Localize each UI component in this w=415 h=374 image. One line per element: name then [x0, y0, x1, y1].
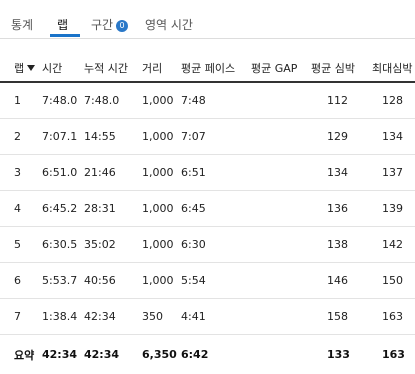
avg-gap-cell: [251, 263, 311, 299]
max-hr-cell: 150: [366, 263, 415, 299]
tab-segments[interactable]: 구간0: [91, 16, 128, 33]
avg-pace-cell: 7:07: [177, 119, 251, 155]
lap-number-cell: 7: [0, 299, 42, 335]
lap-number-cell: 5: [0, 227, 42, 263]
distance-cell: 1,000: [142, 155, 177, 191]
tab-segments-label: 구간: [91, 18, 113, 32]
summary-cumulative-time-cell: 42:34: [84, 335, 142, 374]
avg-gap-cell: [251, 191, 311, 227]
max-hr-cell: 128: [366, 82, 415, 119]
lap-time-cell: 7:07.1: [42, 119, 84, 155]
sort-down-arrow-icon: [27, 65, 35, 71]
max-hr-cell: 163: [366, 299, 415, 335]
avg-gap-cell: [251, 299, 311, 335]
max-hr-cell: 139: [366, 191, 415, 227]
column-header-max-hr[interactable]: 최대심박: [366, 55, 415, 82]
lap-number-cell: 2: [0, 119, 42, 155]
distance-cell: 1,000: [142, 191, 177, 227]
avg-hr-cell: 146: [311, 263, 366, 299]
column-header-cumulative-time[interactable]: 누적 시간: [84, 55, 142, 82]
summary-lap-number-cell: 요약: [0, 335, 42, 374]
column-header-time[interactable]: 시간: [42, 55, 84, 82]
laps-table: 랩 시간 누적 시간 거리 평균 페이스 평균 GAP 평균 심박 최대심박 1…: [0, 55, 415, 374]
laps-table-body: 17:48.07:48.01,0007:4811212827:07.114:55…: [0, 82, 415, 374]
active-tab-indicator: [50, 34, 80, 37]
summary-distance-cell: 6,350: [142, 335, 177, 374]
summary-row: 요약42:3442:346,3506:42133163: [0, 335, 415, 374]
column-header-distance[interactable]: 거리: [142, 55, 177, 82]
table-row: 65:53.740:561,0005:54 146150: [0, 263, 415, 299]
max-hr-cell: 142: [366, 227, 415, 263]
table-row: 36:51.021:461,0006:51 134137: [0, 155, 415, 191]
lap-time-cell: 6:30.5: [42, 227, 84, 263]
avg-hr-cell: 136: [311, 191, 366, 227]
column-header-avg-gap[interactable]: 평균 GAP: [251, 55, 311, 82]
distance-cell: 1,000: [142, 119, 177, 155]
lap-number-cell: 4: [0, 191, 42, 227]
lap-time-cell: 5:53.7: [42, 263, 84, 299]
distance-cell: 1,000: [142, 82, 177, 119]
avg-pace-cell: 6:30: [177, 227, 251, 263]
summary-lap-time-cell: 42:34: [42, 335, 84, 374]
avg-pace-cell: 6:45: [177, 191, 251, 227]
tab-bar: 통계 랩 구간0 영역 시간: [0, 0, 415, 38]
avg-gap-cell: [251, 155, 311, 191]
max-hr-cell: 137: [366, 155, 415, 191]
cumulative-time-cell: 21:46: [84, 155, 142, 191]
lap-number-cell: 3: [0, 155, 42, 191]
cumulative-time-cell: 28:31: [84, 191, 142, 227]
avg-pace-cell: 6:51: [177, 155, 251, 191]
lap-time-cell: 7:48.0: [42, 82, 84, 119]
avg-pace-cell: 5:54: [177, 263, 251, 299]
avg-hr-cell: 138: [311, 227, 366, 263]
avg-hr-cell: 134: [311, 155, 366, 191]
distance-cell: 1,000: [142, 227, 177, 263]
cumulative-time-cell: 40:56: [84, 263, 142, 299]
table-header-row: 랩 시간 누적 시간 거리 평균 페이스 평균 GAP 평균 심박 최대심박: [0, 55, 415, 82]
table-row: 46:45.228:311,0006:45 136139: [0, 191, 415, 227]
table-row: 71:38.442:343504:41 158163: [0, 299, 415, 335]
tab-laps[interactable]: 랩: [57, 16, 68, 33]
summary-avg-gap-cell: [251, 335, 311, 374]
lap-time-cell: 6:51.0: [42, 155, 84, 191]
summary-avg-pace-cell: 6:42: [177, 335, 251, 374]
max-hr-cell: 134: [366, 119, 415, 155]
segments-count-badge: 0: [116, 20, 128, 32]
distance-cell: 350: [142, 299, 177, 335]
table-row: 27:07.114:551,0007:07 129134: [0, 119, 415, 155]
avg-gap-cell: [251, 227, 311, 263]
cumulative-time-cell: 42:34: [84, 299, 142, 335]
tab-stats[interactable]: 통계: [11, 16, 33, 33]
lap-time-cell: 1:38.4: [42, 299, 84, 335]
summary-avg-hr-cell: 133: [311, 335, 366, 374]
avg-hr-cell: 112: [311, 82, 366, 119]
column-header-avg-pace[interactable]: 평균 페이스: [177, 55, 251, 82]
cumulative-time-cell: 7:48.0: [84, 82, 142, 119]
avg-hr-cell: 158: [311, 299, 366, 335]
table-row: 56:30.535:021,0006:30 138142: [0, 227, 415, 263]
avg-gap-cell: [251, 119, 311, 155]
distance-cell: 1,000: [142, 263, 177, 299]
avg-gap-cell: [251, 82, 311, 119]
table-row: 17:48.07:48.01,0007:48112128: [0, 82, 415, 119]
summary-max-hr-cell: 163: [366, 335, 415, 374]
tab-bar-divider: [0, 38, 415, 39]
lap-number-cell: 6: [0, 263, 42, 299]
avg-pace-cell: 7:48: [177, 82, 251, 119]
column-header-avg-hr[interactable]: 평균 심박: [311, 55, 366, 82]
tab-zone-time[interactable]: 영역 시간: [145, 16, 193, 33]
cumulative-time-cell: 35:02: [84, 227, 142, 263]
column-header-lap[interactable]: 랩: [0, 55, 42, 82]
lap-number-cell: 1: [0, 82, 42, 119]
avg-hr-cell: 129: [311, 119, 366, 155]
lap-time-cell: 6:45.2: [42, 191, 84, 227]
avg-pace-cell: 4:41: [177, 299, 251, 335]
cumulative-time-cell: 14:55: [84, 119, 142, 155]
column-header-lap-label: 랩: [14, 62, 24, 75]
